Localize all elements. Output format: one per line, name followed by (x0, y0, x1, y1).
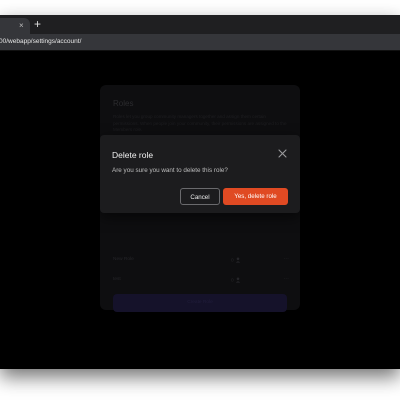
more-icon[interactable]: ⋯ (284, 276, 290, 282)
cancel-button[interactable]: Cancel (180, 188, 220, 205)
more-icon[interactable]: ⋯ (284, 256, 290, 262)
browser-tab[interactable]: × (0, 18, 30, 34)
users-icon (235, 277, 241, 283)
role-name: test (113, 277, 121, 282)
role-member-count: 0 (231, 257, 242, 263)
delete-role-dialog: Delete role Are you sure you want to del… (100, 135, 300, 213)
new-tab-button[interactable]: + (34, 16, 41, 32)
roles-card-description: Roles let you group community managers t… (113, 114, 287, 132)
dialog-message: Are you sure you want to delete this rol… (112, 167, 228, 174)
roles-card-title: Roles (113, 99, 134, 108)
role-name: New Role (113, 257, 134, 262)
role-row: New Role 0 ⋯ (113, 256, 290, 267)
confirm-delete-button[interactable]: Yes, delete role (223, 188, 288, 205)
url-text[interactable]: 00/webapp/settings/account/ (0, 34, 81, 50)
users-icon (235, 257, 241, 263)
tab-close-icon[interactable]: × (19, 19, 24, 33)
dialog-title: Delete role (112, 150, 154, 160)
tab-bar: × + (0, 15, 400, 34)
address-bar[interactable]: 00/webapp/settings/account/ (0, 34, 400, 50)
role-row: test 0 ⋯ (113, 276, 290, 287)
close-icon[interactable] (277, 148, 288, 159)
create-role-button[interactable]: Create Role (113, 294, 287, 312)
role-member-count: 0 (231, 277, 242, 283)
